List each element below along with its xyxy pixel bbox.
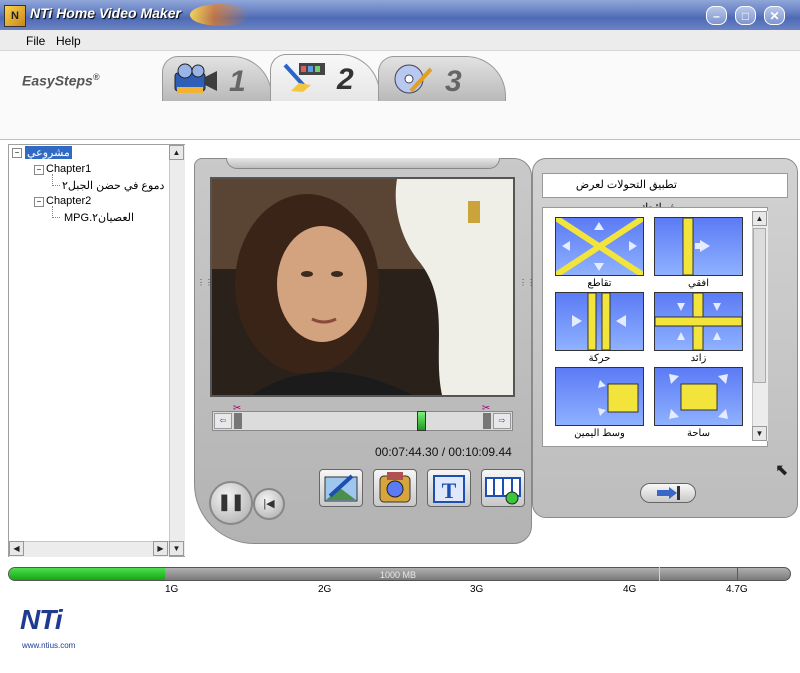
- scroll-right-icon[interactable]: ▶: [153, 541, 168, 556]
- title-decoration: [190, 4, 250, 26]
- square-transition-icon[interactable]: [654, 367, 743, 426]
- tree-clip-node[interactable]: دموع في حضن الجبل٢: [62, 179, 164, 192]
- timeline-tools-button[interactable]: [481, 469, 525, 507]
- stop-button[interactable]: |◀: [253, 488, 285, 520]
- motion-transition-icon[interactable]: [555, 292, 644, 351]
- center-right-transition-icon[interactable]: [555, 367, 644, 426]
- video-preview[interactable]: [210, 177, 515, 397]
- step-back-icon[interactable]: ⇦: [214, 413, 232, 429]
- logo-url: www.ntius.com: [22, 641, 76, 650]
- collapse-chapter1-toggle[interactable]: −: [34, 165, 44, 175]
- transition-label: تقاطع: [587, 278, 612, 289]
- edit-picture-button[interactable]: [319, 469, 363, 507]
- apply-transition-button[interactable]: [640, 483, 696, 503]
- tab-step-2-number: 2: [337, 63, 354, 96]
- capacity-marker-red: [737, 567, 738, 581]
- horizontal-transition-icon[interactable]: [654, 217, 743, 276]
- collapse-root-toggle[interactable]: −: [12, 148, 22, 158]
- playhead[interactable]: [417, 411, 426, 431]
- brush-film-icon: [283, 63, 325, 92]
- tab-step-2[interactable]: 2: [270, 54, 380, 101]
- video-camera-icon: [174, 63, 217, 93]
- tree-vertical-scrollbar[interactable]: [169, 145, 185, 556]
- maximize-button[interactable]: □: [735, 6, 756, 25]
- time-readout: 00:07:44.30 / 00:10:09.44: [375, 445, 512, 459]
- video-frame-image: [212, 179, 513, 395]
- capacity-tick: 3G: [470, 584, 484, 595]
- drag-grip-icon[interactable]: ⋮⋮: [197, 279, 213, 296]
- cross-transition-icon[interactable]: [554, 215, 645, 278]
- disc-icon: [394, 64, 433, 94]
- film-reel-icon: [379, 472, 411, 503]
- tree-connector: [52, 185, 60, 186]
- capacity-tick: 4G: [623, 584, 637, 595]
- pause-button[interactable]: ❚❚: [209, 481, 253, 525]
- transitions-button[interactable]: [373, 469, 417, 507]
- menu-file[interactable]: File: [26, 34, 45, 48]
- capacity-tick: 1G: [165, 584, 179, 595]
- tab-step-1[interactable]: 1: [162, 56, 272, 101]
- apply-arrow-icon: [657, 486, 680, 500]
- transition-label: ساحة: [687, 428, 710, 439]
- plus-transition-icon[interactable]: [654, 292, 743, 351]
- logo-text: NTi: [20, 604, 63, 635]
- paint-picture-icon: [324, 474, 358, 502]
- tree-clip-node[interactable]: العصيان٢.MPG: [64, 211, 134, 224]
- tab-step-3[interactable]: 3: [378, 56, 506, 101]
- scroll-up-icon[interactable]: ▲: [752, 211, 767, 226]
- scroll-thumb[interactable]: [753, 228, 766, 383]
- player-top-handle: [226, 158, 500, 169]
- transition-label: افقي: [688, 278, 709, 289]
- transitions-title: تطبيق التحولات لعرض شرائحك: [542, 173, 788, 214]
- capacity-tick: 4.7G: [726, 584, 748, 595]
- transition-label: زائد: [690, 353, 707, 364]
- window-title: NTi Home Video Maker: [30, 5, 181, 21]
- app-icon: N: [4, 5, 26, 27]
- drag-grip-icon[interactable]: ⋮⋮: [519, 279, 535, 296]
- scroll-down-icon[interactable]: ▼: [169, 541, 184, 556]
- film-strip-icon: [485, 477, 521, 505]
- step-forward-icon[interactable]: ⇨: [493, 413, 511, 429]
- menu-help[interactable]: Help: [56, 34, 81, 48]
- scroll-up-icon[interactable]: ▲: [169, 145, 184, 160]
- trim-start-handle[interactable]: [234, 413, 242, 429]
- scroll-down-icon[interactable]: ▼: [752, 426, 767, 441]
- tree-horizontal-scrollbar[interactable]: [9, 541, 169, 557]
- close-button[interactable]: ✕: [764, 6, 785, 25]
- transition-label: حركة: [588, 353, 611, 364]
- transition-label: وسط اليمين: [574, 428, 625, 439]
- menu-bar: [0, 30, 800, 51]
- minimize-button[interactable]: –: [706, 6, 727, 25]
- add-text-button[interactable]: T: [427, 469, 471, 507]
- scroll-left-icon[interactable]: ◀: [9, 541, 24, 556]
- tab-step-1-number: 1: [229, 65, 246, 98]
- svg-text:T: T: [442, 478, 457, 503]
- capacity-used-fill: [9, 568, 166, 580]
- tree-connector: [52, 217, 60, 218]
- capacity-marker-yellow: [659, 567, 660, 581]
- capacity-label: 1000 MB: [380, 570, 417, 580]
- tree-root-node[interactable]: مشروعي: [25, 146, 72, 159]
- trim-end-handle[interactable]: [483, 413, 491, 429]
- cursor-arrow-icon: ⬉: [775, 462, 789, 479]
- tab-step-3-number: 3: [445, 65, 462, 98]
- easysteps-title: EasySteps®: [22, 72, 100, 89]
- capacity-tick: 2G: [318, 584, 332, 595]
- timeline-slider[interactable]: [212, 411, 513, 431]
- text-icon: T: [433, 475, 465, 503]
- collapse-chapter2-toggle[interactable]: −: [34, 197, 44, 207]
